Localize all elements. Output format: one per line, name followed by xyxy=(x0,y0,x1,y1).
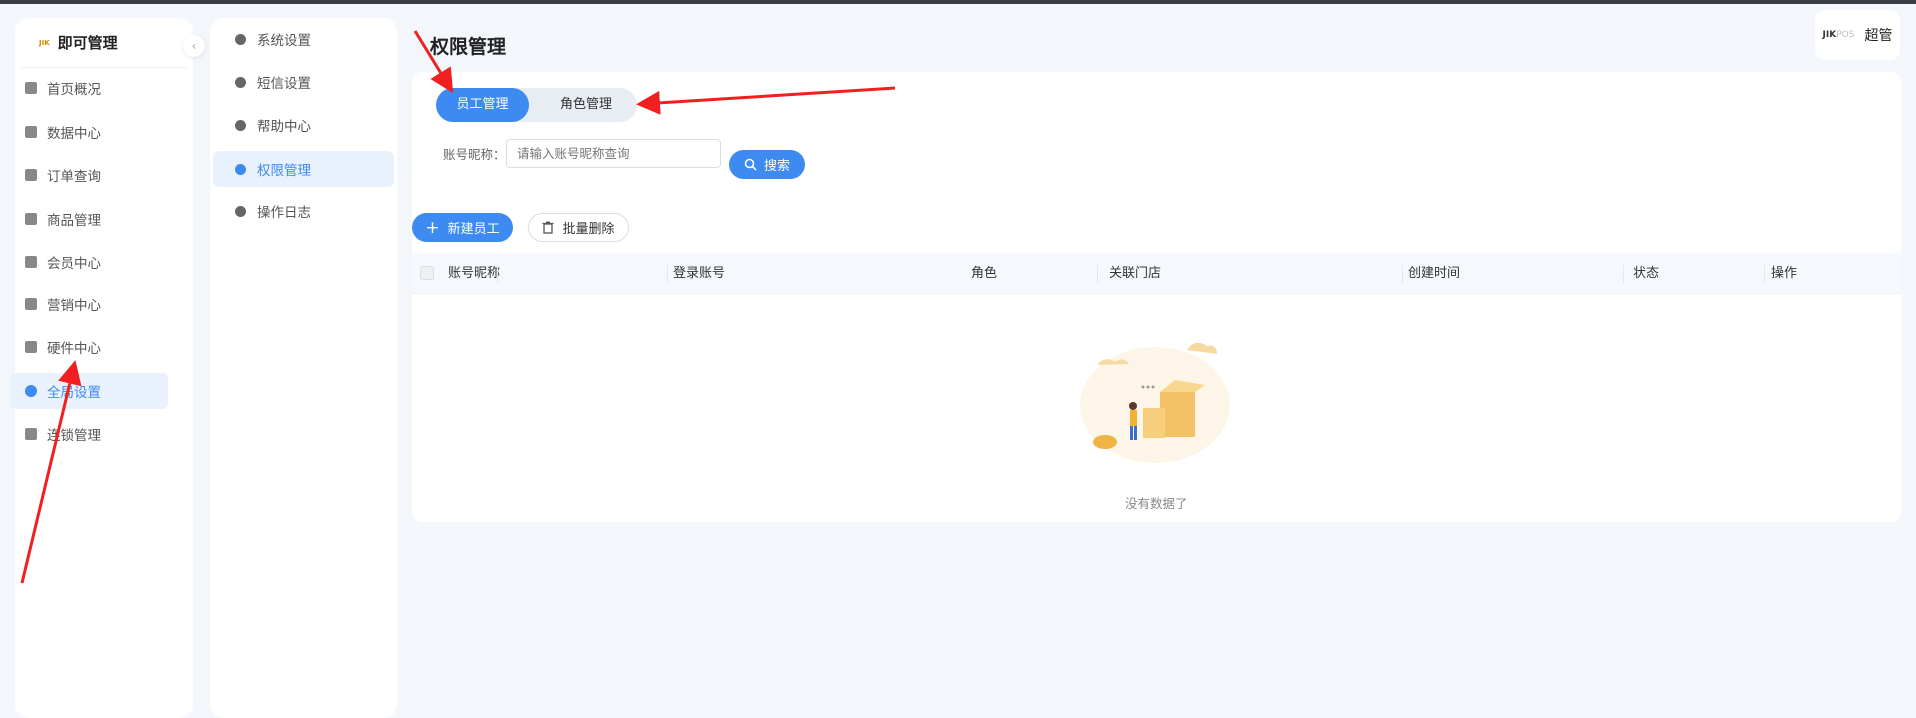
grid-icon xyxy=(25,82,37,94)
sidebar-item-label: 硬件中心 xyxy=(47,341,101,357)
user-badge[interactable]: JIKPOS 超管 xyxy=(1815,10,1900,60)
sidebar-item-label: 全局设置 xyxy=(47,385,101,401)
column-header: 创建时间 xyxy=(1408,266,1461,281)
sidebar-item-label: 商品管理 xyxy=(47,213,101,229)
submenu-item-label: 权限管理 xyxy=(257,163,311,179)
submenu-item-4[interactable]: 操作日志 xyxy=(213,193,394,229)
sidebar-item-label: 首页概况 xyxy=(47,82,101,98)
tab-switcher: 员工管理 角色管理 xyxy=(436,88,637,122)
shield-icon xyxy=(25,428,37,440)
bar-chart-icon xyxy=(25,126,37,138)
column-header: 登录账号 xyxy=(673,266,726,281)
submenu-item-label: 帮助中心 xyxy=(257,119,311,135)
sidebar-item-4[interactable]: 会员中心 xyxy=(10,244,168,280)
brand-logo: JIK xyxy=(39,38,50,47)
column-header: 账号昵称 xyxy=(448,266,501,281)
sidebar-item-label: 连锁管理 xyxy=(47,428,101,444)
column-divider xyxy=(667,265,668,283)
nickname-search-input[interactable] xyxy=(506,139,721,168)
gear-icon xyxy=(235,33,246,45)
sidebar-item-label: 营销中心 xyxy=(47,298,101,314)
submenu-item-0[interactable]: 系统设置 xyxy=(213,21,394,57)
window-top-bar xyxy=(0,0,1916,4)
column-divider xyxy=(1764,265,1765,283)
search-button-label: 搜索 xyxy=(763,159,790,174)
trash-icon xyxy=(542,221,554,234)
submenu-item-label: 短信设置 xyxy=(257,76,311,92)
tab-staff-management[interactable]: 员工管理 xyxy=(436,88,529,122)
gear-icon xyxy=(25,385,37,397)
submenu-item-label: 操作日志 xyxy=(257,205,311,221)
shield-icon xyxy=(235,163,246,175)
empty-state-text: 没有数据了 xyxy=(1125,496,1188,511)
page-title: 权限管理 xyxy=(430,36,507,58)
tab-role-management[interactable]: 角色管理 xyxy=(546,88,626,122)
sidebar-item-2[interactable]: 订单查询 xyxy=(10,157,168,193)
info-icon xyxy=(235,119,246,131)
submenu-item-1[interactable]: 短信设置 xyxy=(213,64,394,100)
hardware-icon xyxy=(25,341,37,353)
coupon-icon xyxy=(25,298,37,310)
calendar-icon xyxy=(25,169,37,181)
submenu-item-3[interactable]: 权限管理 xyxy=(213,151,394,187)
column-header: 关联门店 xyxy=(1109,266,1162,281)
bag-icon xyxy=(25,213,37,225)
column-header: 操作 xyxy=(1771,266,1798,281)
sidebar-item-6[interactable]: 硬件中心 xyxy=(10,329,168,365)
column-divider xyxy=(497,265,498,283)
search-icon xyxy=(744,158,757,171)
sidebar-item-7[interactable]: 全局设置 xyxy=(10,373,168,409)
crown-icon xyxy=(25,256,37,268)
collapse-sidebar-button[interactable]: ‹ xyxy=(183,35,205,57)
sidebar-item-3[interactable]: 商品管理 xyxy=(10,201,168,237)
user-role: 超管 xyxy=(1864,28,1893,44)
sidebar-item-label: 会员中心 xyxy=(47,256,101,272)
search-button[interactable]: 搜索 xyxy=(729,150,805,179)
sidebar-item-5[interactable]: 营销中心 xyxy=(10,286,168,322)
clipboard-icon xyxy=(235,205,246,217)
sidebar-item-0[interactable]: 首页概况 xyxy=(10,70,168,106)
batch-delete-button[interactable]: 批量删除 xyxy=(528,213,629,242)
new-staff-button[interactable]: + 新建员工 xyxy=(412,213,513,242)
empty-state-illustration xyxy=(1080,342,1230,463)
brand: JIK 即可管理 xyxy=(21,18,187,68)
sidebar-item-8[interactable]: 连锁管理 xyxy=(10,416,168,452)
column-divider xyxy=(1623,265,1624,283)
brand-name: 即可管理 xyxy=(57,34,118,52)
search-label: 账号昵称： xyxy=(443,147,506,162)
gear-icon xyxy=(235,76,246,88)
sidebar-item-label: 数据中心 xyxy=(47,126,101,142)
sidebar-item-label: 订单查询 xyxy=(47,169,101,185)
sidebar-item-1[interactable]: 数据中心 xyxy=(10,114,168,150)
column-header: 角色 xyxy=(971,266,998,281)
plus-icon: + xyxy=(425,217,440,238)
column-divider xyxy=(1097,265,1098,283)
column-divider xyxy=(1402,265,1403,283)
select-all-checkbox[interactable] xyxy=(420,266,434,280)
batch-delete-label: 批量删除 xyxy=(562,222,615,237)
column-header: 状态 xyxy=(1633,266,1660,281)
new-staff-label: 新建员工 xyxy=(447,222,500,237)
submenu-item-label: 系统设置 xyxy=(257,33,311,49)
submenu-item-2[interactable]: 帮助中心 xyxy=(213,107,394,143)
user-logo: JIKPOS xyxy=(1822,30,1855,40)
